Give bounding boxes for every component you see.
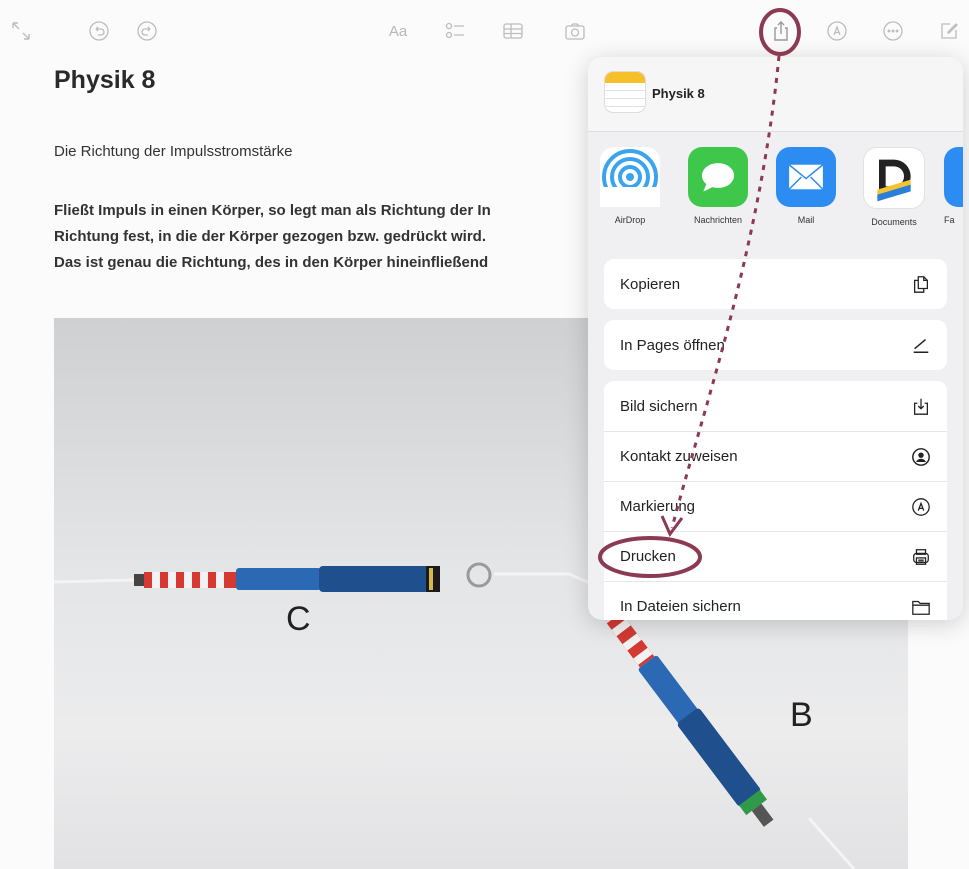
photo-label-b: B (790, 696, 813, 734)
app-label: Mail (797, 215, 815, 225)
app-label: Fa (944, 215, 955, 225)
action-label: Markierung (620, 498, 696, 515)
mail-icon (776, 147, 836, 207)
save-image-icon (910, 395, 932, 417)
compose-icon[interactable] (936, 18, 962, 44)
share-icon[interactable] (768, 18, 794, 44)
share-app-partial[interactable]: Fa (944, 147, 963, 225)
share-sheet-title: Physik 8 (652, 86, 705, 101)
share-app-mail[interactable]: Mail (771, 147, 841, 225)
paragraph-line: Das ist genau die Richtung, des in den K… (54, 254, 489, 271)
pen-icon (910, 334, 932, 356)
text-format-icon[interactable]: Aa (382, 18, 414, 44)
action-drucken[interactable]: Drucken (604, 531, 947, 581)
markup-icon (910, 496, 932, 518)
action-in-dateien-sichern[interactable]: In Dateien sichern (604, 581, 947, 620)
contact-icon (910, 446, 932, 468)
action-kopieren[interactable]: Kopieren (604, 259, 947, 309)
app-label: AirDrop (614, 215, 646, 225)
action-label: In Pages öffnen (620, 336, 725, 354)
action-label: Kontakt zuweisen (620, 448, 738, 465)
share-app-airdrop[interactable]: AirDrop (595, 147, 665, 225)
action-label: In Dateien sichern (620, 598, 741, 615)
action-label: Kopieren (620, 275, 681, 293)
action-kontakt-zuweisen[interactable]: Kontakt zuweisen (604, 431, 947, 481)
notes-app-icon (604, 71, 646, 113)
messages-icon (688, 147, 748, 207)
note-subtitle[interactable]: Die Richtung der Impulsstromstärke (54, 143, 292, 160)
camera-icon[interactable] (562, 18, 588, 44)
airdrop-icon (600, 147, 660, 207)
action-group-3: Bild sichern Kontakt zuweisen Markierung… (604, 381, 947, 620)
share-app-documents[interactable]: Documents (859, 147, 929, 227)
markup-icon[interactable] (824, 18, 850, 44)
share-app-row: AirDrop Nachrichten Mail Documents Fa (588, 147, 963, 257)
undo-icon[interactable] (86, 18, 112, 44)
action-markierung[interactable]: Markierung (604, 481, 947, 531)
note-title[interactable]: Physik 8 (54, 66, 155, 95)
share-app-messages[interactable]: Nachrichten (683, 147, 753, 225)
app-label: Nachrichten (693, 215, 743, 225)
paragraph-line: Fließt Impuls in einen Körper, so legt m… (54, 202, 491, 219)
action-bild-sichern[interactable]: Bild sichern (604, 381, 947, 431)
redo-icon[interactable] (134, 18, 160, 44)
checklist-icon[interactable] (442, 18, 468, 44)
copy-icon (910, 273, 932, 295)
action-group-2: In Pages öffnen (604, 320, 947, 370)
documents-icon (863, 147, 925, 209)
more-icon[interactable] (880, 18, 906, 44)
note-paragraph[interactable]: Fließt Impuls in einen Körper, so legt m… (54, 198, 594, 276)
paragraph-line: Richtung fest, in die der Körper gezogen… (54, 228, 486, 245)
share-sheet-header: Physik 8 (588, 57, 963, 132)
text-format-label: Aa (388, 22, 408, 40)
app-label: Documents (871, 217, 917, 227)
action-label: Drucken (620, 548, 676, 565)
app-partial-icon (944, 147, 963, 207)
print-icon (910, 546, 932, 568)
share-sheet: Physik 8 AirDrop Nachrichten Mail Docume… (588, 57, 963, 620)
toolbar: Aa (0, 0, 969, 60)
photo-label-c: C (286, 600, 311, 638)
collapse-icon[interactable] (8, 18, 34, 44)
action-label: Bild sichern (620, 397, 698, 415)
action-group-1: Kopieren (604, 259, 947, 309)
table-icon[interactable] (500, 18, 526, 44)
folder-icon (910, 596, 932, 618)
action-in-pages-oeffnen[interactable]: In Pages öffnen (604, 320, 947, 370)
